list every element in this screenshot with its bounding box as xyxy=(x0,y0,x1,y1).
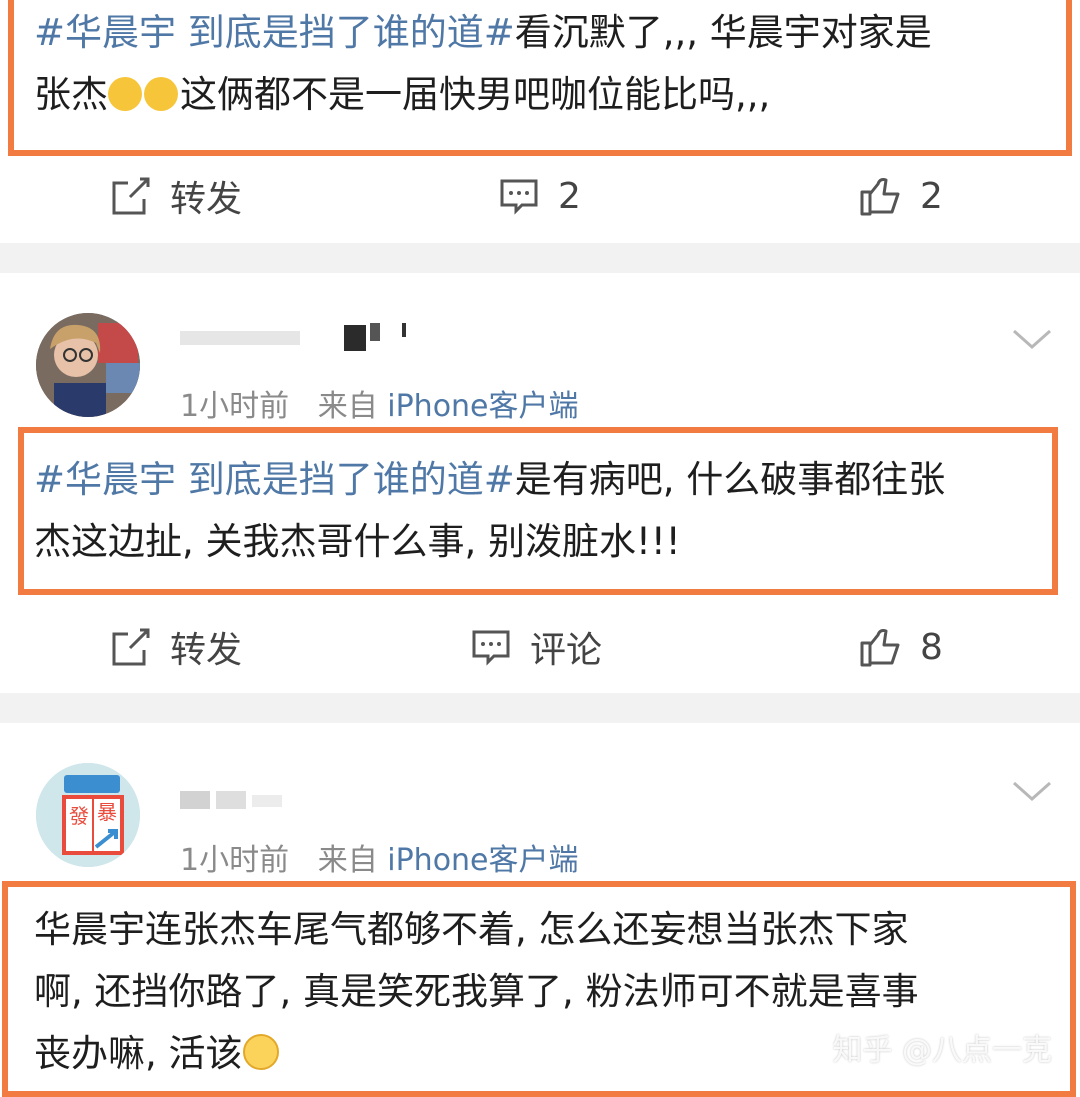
repost-icon xyxy=(112,177,150,215)
like-button[interactable]: 8 xyxy=(858,607,943,687)
comment-button[interactable]: 评论 xyxy=(470,607,602,687)
comment-button[interactable]: 2 xyxy=(498,156,581,236)
repost-icon xyxy=(112,628,150,666)
repost-button[interactable]: 转发 xyxy=(110,156,242,236)
post-time: 1小时前 xyxy=(180,843,290,878)
post-meta: 1小时前 来自 iPhone客户端 xyxy=(180,381,579,425)
username-redacted[interactable] xyxy=(180,785,290,815)
smirk-emoji-icon xyxy=(144,77,178,111)
user-avatar[interactable] xyxy=(36,313,140,417)
repost-button[interactable]: 转发 xyxy=(110,607,242,687)
post-text-3: 华晨宇连张杰车尾气都够不着, 怎么还妄想当张杰下家 啊, 还挡你路了, 真是笑死… xyxy=(34,908,919,1075)
from-label: 来自 xyxy=(317,843,378,878)
comment-icon xyxy=(472,630,510,666)
topic-hashtag[interactable]: #华晨宇 到底是挡了谁的道# xyxy=(34,11,515,54)
section-divider xyxy=(0,243,1080,273)
section-divider xyxy=(0,693,1080,723)
avatar-text: 暴 xyxy=(97,800,117,824)
topic-hashtag[interactable]: #华晨宇 到底是挡了谁的道# xyxy=(34,458,515,501)
username-redacted[interactable] xyxy=(180,321,410,351)
post-meta: 1小时前 来自 iPhone客户端 xyxy=(180,835,579,879)
thumbs-up-icon xyxy=(860,178,900,216)
action-bar-2: 转发 评论 8 xyxy=(0,607,1080,687)
post-card-2: 1小时前 来自 iPhone客户端 #华晨宇 到底是挡了谁的道#是有病吧, 什么… xyxy=(0,273,1080,693)
comment-icon xyxy=(500,179,538,215)
action-bar-1: 转发 2 2 xyxy=(0,156,1080,236)
post-source[interactable]: iPhone客户端 xyxy=(387,843,578,878)
avatar-text: 發 xyxy=(69,804,89,828)
like-button[interactable]: 2 xyxy=(858,156,943,236)
chevron-down-icon[interactable] xyxy=(1010,325,1054,357)
from-label: 来自 xyxy=(317,389,378,424)
post-source[interactable]: iPhone客户端 xyxy=(387,389,578,424)
post-time: 1小时前 xyxy=(180,389,290,424)
post-text-2: #华晨宇 到底是挡了谁的道#是有病吧, 什么破事都往张 杰这边扯, 关我杰哥什么… xyxy=(34,458,946,563)
smirk-emoji-icon xyxy=(108,77,142,111)
user-avatar[interactable]: 發 暴 xyxy=(36,763,140,867)
chevron-down-icon[interactable] xyxy=(1010,777,1054,809)
watermark: 知乎 @八点一克 xyxy=(832,1033,1052,1068)
smile-emoji-icon xyxy=(242,1034,279,1070)
post-text-1: #华晨宇 到底是挡了谁的道#看沉默了,,, 华晨宇对家是 张杰 这俩都不是一届快男… xyxy=(34,11,932,116)
thumbs-up-icon xyxy=(860,629,900,667)
post-card-1: #华晨宇 到底是挡了谁的道#看沉默了,,, 华晨宇对家是 张杰 这俩都不是一届快男… xyxy=(0,0,1080,243)
